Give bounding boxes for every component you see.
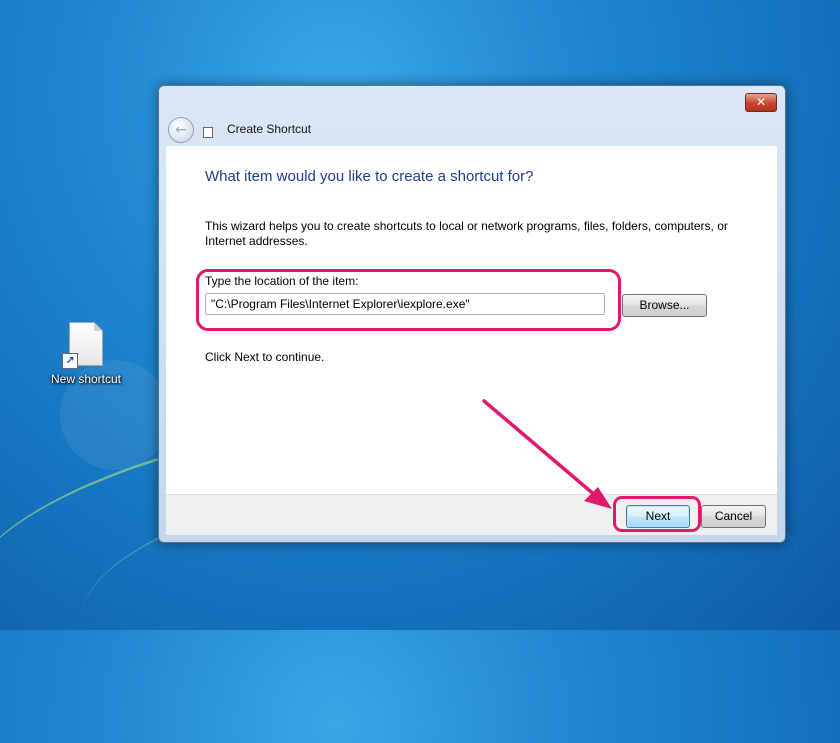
pointer-arrow: [482, 399, 612, 509]
